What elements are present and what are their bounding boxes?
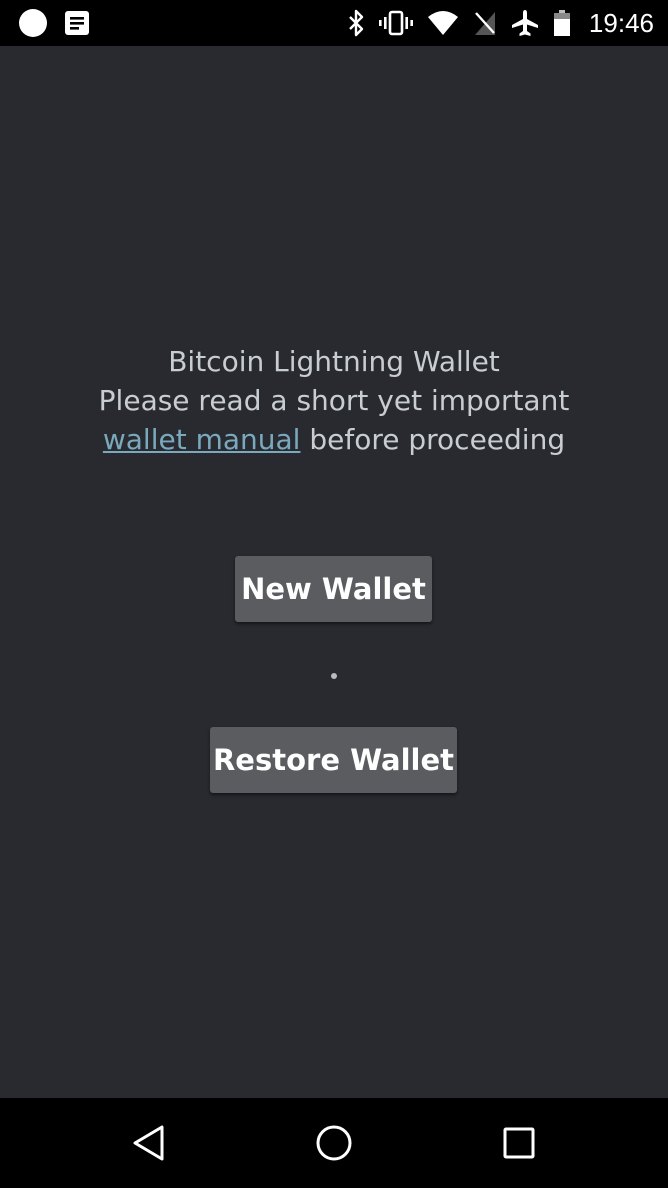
status-bar: 19:46 xyxy=(0,0,668,46)
bluetooth-icon xyxy=(347,9,365,37)
circle-notification-icon xyxy=(18,8,48,38)
back-button[interactable] xyxy=(124,1118,174,1168)
intro-line-3-rest: before proceeding xyxy=(300,423,566,456)
airplane-mode-icon xyxy=(511,9,539,37)
app-title: Bitcoin Lightning Wallet xyxy=(168,345,500,378)
intro-text: Bitcoin Lightning Wallet Please read a s… xyxy=(0,342,668,459)
recents-icon xyxy=(503,1127,535,1159)
status-clock: 19:46 xyxy=(588,7,654,38)
status-right-icons: 19:46 xyxy=(347,8,654,38)
battery-icon xyxy=(553,9,571,37)
app-screen: Bitcoin Lightning Wallet Please read a s… xyxy=(0,46,668,1098)
home-icon xyxy=(316,1125,352,1161)
restore-wallet-button[interactable]: Restore Wallet xyxy=(210,727,457,793)
no-sim-icon xyxy=(473,10,497,36)
wifi-icon xyxy=(427,10,459,36)
document-notification-icon xyxy=(64,10,90,36)
home-button[interactable] xyxy=(309,1118,359,1168)
back-icon xyxy=(133,1125,164,1161)
navigation-bar xyxy=(0,1098,668,1188)
recents-button[interactable] xyxy=(494,1118,544,1168)
divider-dot xyxy=(331,673,337,679)
new-wallet-button[interactable]: New Wallet xyxy=(235,556,432,622)
intro-line-2: Please read a short yet important xyxy=(98,384,570,417)
wallet-manual-link[interactable]: wallet manual xyxy=(103,423,301,456)
vibrate-icon xyxy=(378,9,413,37)
intro-line-3: wallet manual before proceeding xyxy=(0,420,668,459)
status-left-icons xyxy=(18,8,90,38)
